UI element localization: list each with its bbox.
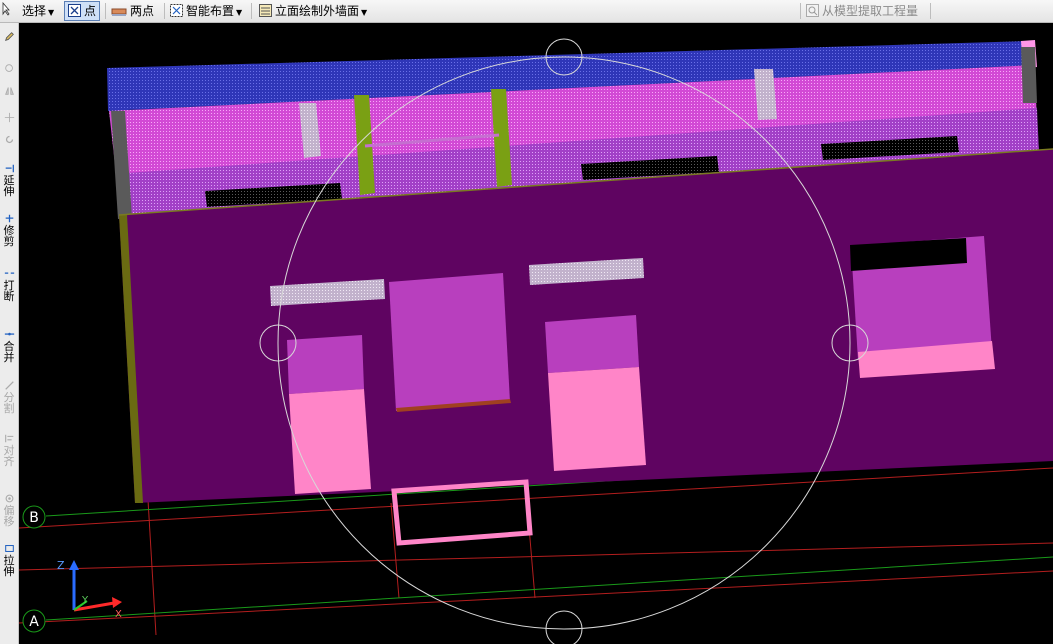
toolbar: 选择 ▼ 点 两点 智能布置 ▼ 立面绘制外墙面 ▼ 从模型提取工程量	[0, 0, 1053, 23]
chevron-down-icon: ▼	[361, 8, 368, 17]
toolbar-separator	[105, 3, 106, 19]
axis-a-label: A	[29, 614, 39, 630]
chevron-down-icon: ▼	[48, 8, 55, 17]
move-icon[interactable]	[0, 112, 18, 124]
split-button[interactable]: 分割	[0, 380, 18, 414]
stretch-label: 拉伸	[3, 554, 15, 578]
split-icon	[4, 381, 14, 390]
mirror-icon[interactable]	[0, 85, 18, 97]
pencil-icon[interactable]	[0, 31, 18, 43]
merge-label: 合并	[3, 340, 15, 364]
two-point-icon	[111, 8, 127, 16]
column	[754, 69, 777, 120]
break-label: 打断	[3, 279, 15, 303]
align-button[interactable]: 对齐	[0, 433, 18, 467]
break-button[interactable]: 打断	[0, 268, 18, 302]
smart-layout-button[interactable]: 智能布置 ▼	[170, 2, 242, 20]
window-lower-pane	[289, 389, 371, 494]
window	[389, 273, 510, 411]
window	[545, 315, 639, 373]
ucs-z-label: Z	[57, 559, 65, 572]
break-icon	[4, 272, 14, 274]
stretch-button[interactable]: 拉伸	[0, 543, 18, 577]
extract-qty-button[interactable]: 从模型提取工程量	[806, 2, 918, 20]
select-label: 选择	[22, 4, 47, 18]
building-elevation[interactable]	[107, 40, 1053, 546]
cursor-icon[interactable]	[2, 1, 10, 20]
ucs-y-label: Y	[81, 595, 89, 606]
window-lower-pane	[548, 367, 646, 471]
extract-qty-icon	[806, 4, 819, 17]
stretch-icon	[4, 545, 14, 552]
rotate-icon[interactable]	[0, 134, 18, 146]
axis-a-marker: A	[22, 609, 46, 633]
merge-icon	[4, 332, 14, 336]
model-viewport[interactable]: B A Z Y X	[19, 23, 1053, 644]
ucs-x-label: X	[115, 609, 122, 620]
select-dropdown[interactable]: 选择 ▼	[22, 2, 54, 20]
align-icon	[4, 434, 13, 443]
align-label: 对齐	[3, 444, 15, 468]
smart-layout-icon	[170, 4, 183, 17]
elevation-wall-label: 立面绘制外墙面	[275, 4, 360, 18]
corner-column	[1021, 47, 1037, 103]
point-label: 点	[84, 4, 97, 18]
copy-icon[interactable]	[0, 63, 18, 75]
axis-b-marker: B	[22, 505, 46, 529]
trim-button[interactable]: 修剪	[0, 213, 18, 247]
merge-button[interactable]: 合并	[0, 329, 18, 363]
extend-icon	[5, 164, 14, 173]
trim-icon	[5, 214, 13, 223]
toolbar-separator	[930, 3, 931, 19]
extract-qty-label: 从模型提取工程量	[822, 4, 919, 18]
extend-label: 延伸	[3, 174, 15, 198]
trim-label: 修剪	[3, 224, 15, 248]
two-point-label: 两点	[130, 4, 155, 18]
split-label: 分割	[3, 391, 15, 415]
offset-icon	[5, 494, 13, 503]
toolbar-separator	[800, 3, 801, 19]
offset-label: 偏移	[3, 504, 15, 528]
offset-button[interactable]: 偏移	[0, 493, 18, 527]
extend-button[interactable]: 延伸	[0, 163, 18, 197]
point-button[interactable]: 点	[64, 1, 101, 21]
axis-b-label: B	[29, 510, 39, 526]
rotate-handle[interactable]	[545, 610, 583, 644]
smart-layout-label: 智能布置	[186, 4, 235, 18]
toolbar-separator	[251, 3, 252, 19]
two-point-button[interactable]: 两点	[111, 2, 154, 20]
window	[287, 335, 364, 394]
chevron-down-icon: ▼	[236, 8, 243, 17]
edit-sidebar: 延伸 修剪 打断 合并 分割 对齐 偏移 拉伸	[0, 23, 19, 644]
toolbar-separator	[164, 3, 165, 19]
elevation-wall-icon	[259, 4, 272, 17]
elevation-wall-button[interactable]: 立面绘制外墙面 ▼	[259, 2, 367, 20]
door-frame	[391, 479, 533, 546]
point-icon	[68, 4, 81, 17]
